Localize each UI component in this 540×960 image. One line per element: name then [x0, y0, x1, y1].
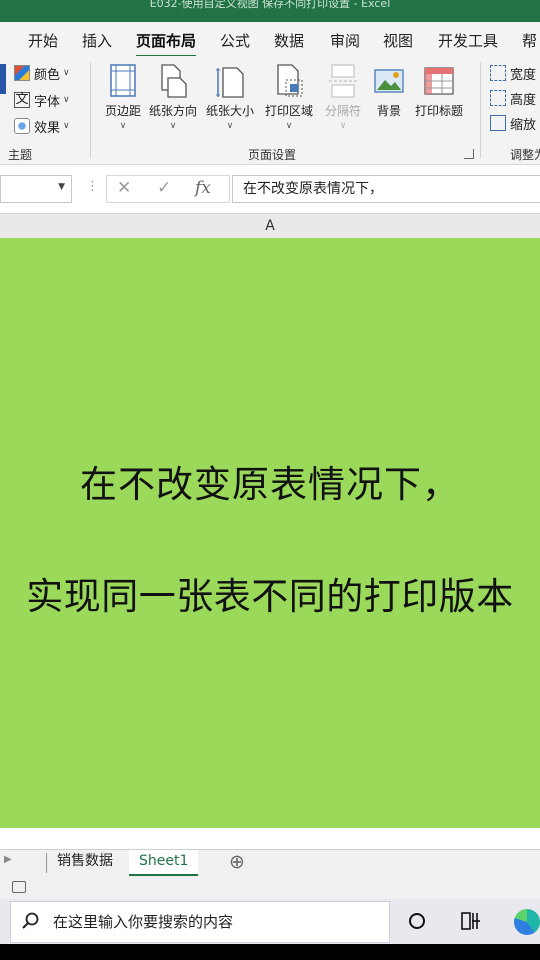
print-titles-label: 打印标题 — [414, 104, 463, 118]
tab-view[interactable]: 视图 — [383, 30, 413, 51]
font-icon: 文 — [14, 92, 30, 108]
chevron-down-icon: ∨ — [285, 121, 293, 131]
scale-label: 缩放 — [510, 117, 537, 133]
sheet-tab-bar: ▶ 销售数据 Sheet1 ⊕ — [0, 849, 540, 877]
chevron-down-icon: ∨ — [63, 68, 70, 78]
sheet-tab-sales-data[interactable]: 销售数据 — [47, 850, 123, 876]
formula-input[interactable]: 在不改变原表情况下， — [232, 175, 540, 203]
theme-effects-label: 效果 — [34, 120, 61, 136]
height-icon — [490, 90, 506, 106]
name-box[interactable]: ▼ — [0, 175, 72, 203]
paper-size-icon — [215, 64, 245, 98]
ribbon-tabs: 开始 插入 页面布局 公式 数据 审阅 视图 开发工具 帮 — [0, 22, 540, 58]
scale-icon — [490, 115, 506, 131]
tab-developer[interactable]: 开发工具 — [438, 30, 498, 51]
print-area-label: 打印区域 — [264, 104, 313, 118]
task-view-icon[interactable] — [461, 912, 481, 930]
background-label: 背景 — [376, 104, 401, 118]
dialog-launcher-icon[interactable] — [464, 149, 474, 159]
status-bar — [0, 877, 540, 899]
width-label: 宽度 — [510, 67, 537, 83]
print-area-button[interactable]: 打印区域 ∨ — [262, 62, 316, 131]
drag-handle-icon[interactable]: ⋮ — [86, 179, 99, 194]
orientation-button[interactable]: 纸张方向 ∨ — [146, 62, 200, 131]
scale-spinner[interactable]: 缩放 — [490, 112, 536, 134]
orientation-icon — [158, 64, 188, 98]
group-divider — [90, 62, 91, 158]
insert-function-icon[interactable]: fx — [195, 178, 211, 198]
chevron-down-icon: ▼ — [58, 182, 65, 192]
height-label: 高度 — [510, 92, 537, 108]
chevron-down-icon: ∨ — [63, 121, 70, 131]
theme-colors-button[interactable]: 颜色 ∨ — [14, 62, 70, 84]
breaks-label: 分隔符 — [324, 104, 361, 118]
column-header-a[interactable]: A — [0, 214, 540, 239]
background-icon — [374, 64, 404, 98]
screen-bottom-edge — [0, 944, 540, 960]
effects-icon — [14, 118, 30, 134]
cell-a1[interactable]: 在不改变原表情况下， 实现同一张表不同的打印版本 — [0, 238, 540, 828]
tab-insert[interactable]: 插入 — [82, 30, 112, 51]
theme-effects-button[interactable]: 效果 ∨ — [14, 115, 70, 137]
paper-size-button[interactable]: 纸张大小 ∨ — [203, 62, 257, 131]
background-button[interactable]: 背景 — [362, 62, 416, 119]
cell-text-line-2: 实现同一张表不同的打印版本 — [26, 575, 514, 618]
search-icon — [22, 912, 39, 929]
width-icon — [490, 65, 506, 81]
formula-bar: ▼ ⋮ ✕ ✓ fx 在不改变原表情况下， — [0, 165, 540, 214]
color-palette-icon — [14, 65, 30, 81]
paper-size-label: 纸张大小 — [205, 104, 254, 118]
group-label-scale: 调整为 — [510, 148, 540, 162]
chevron-down-icon: ∨ — [169, 121, 177, 131]
theme-colors-label: 颜色 — [34, 67, 61, 83]
chevron-down-icon: ∨ — [226, 121, 234, 131]
macro-record-icon[interactable] — [12, 881, 26, 893]
enter-icon[interactable]: ✓ — [157, 178, 171, 198]
cortana-icon[interactable] — [409, 913, 425, 929]
windows-taskbar: 在这里输入你要搜索的内容 — [0, 899, 540, 944]
group-label-page-setup: 页面设置 — [248, 148, 297, 162]
formula-buttons: ✕ ✓ fx — [106, 175, 230, 203]
group-divider — [480, 62, 481, 158]
theme-fonts-button[interactable]: 文 字体 ∨ — [14, 89, 70, 111]
tab-help[interactable]: 帮 — [522, 30, 537, 51]
breaks-icon — [328, 64, 358, 98]
chevron-down-icon: ∨ — [339, 121, 347, 131]
cancel-icon[interactable]: ✕ — [117, 178, 131, 198]
chevron-down-icon: ∨ — [119, 121, 127, 131]
window-title: E032-使用自定义视图 保存不同打印设置 - Excel — [149, 0, 391, 10]
margins-label: 页边距 — [104, 104, 141, 118]
cell-text-line-1: 在不改变原表情况下， — [80, 463, 460, 506]
scroll-left-icon[interactable]: ▶ — [4, 854, 12, 865]
tab-formulas[interactable]: 公式 — [220, 30, 250, 51]
margins-button[interactable]: 页边距 ∨ — [96, 62, 150, 131]
width-dropdown[interactable]: 宽度 — [490, 62, 536, 84]
print-titles-button[interactable]: 打印标题 — [412, 62, 466, 119]
chevron-down-icon: ∨ — [63, 95, 70, 105]
sheet-tab-sheet1[interactable]: Sheet1 — [129, 850, 199, 876]
margins-icon — [108, 64, 138, 98]
print-area-icon — [274, 64, 304, 98]
taskbar-search-box[interactable]: 在这里输入你要搜索的内容 — [10, 901, 390, 943]
theme-fonts-label: 字体 — [34, 94, 61, 110]
window-title-bar: E032-使用自定义视图 保存不同打印设置 - Excel — [0, 0, 540, 22]
edge-browser-icon[interactable] — [514, 909, 540, 935]
tab-page-layout[interactable]: 页面布局 — [136, 30, 197, 58]
tab-data[interactable]: 数据 — [274, 30, 304, 51]
print-titles-icon — [424, 64, 454, 98]
height-dropdown[interactable]: 高度 — [490, 87, 536, 109]
themes-icon[interactable] — [0, 64, 6, 94]
tab-home[interactable]: 开始 — [28, 30, 58, 51]
group-label-themes: 主题 — [8, 148, 33, 162]
orientation-label: 纸张方向 — [148, 104, 197, 118]
tab-review[interactable]: 审阅 — [330, 30, 360, 51]
add-sheet-icon[interactable]: ⊕ — [229, 851, 245, 873]
ribbon-page-layout: 颜色 ∨ 文 字体 ∨ 效果 ∨ 主题 页边距 ∨ 纸张方向 ∨ 纸张大小 ∨ 打印区域 ∨ — [0, 56, 540, 165]
